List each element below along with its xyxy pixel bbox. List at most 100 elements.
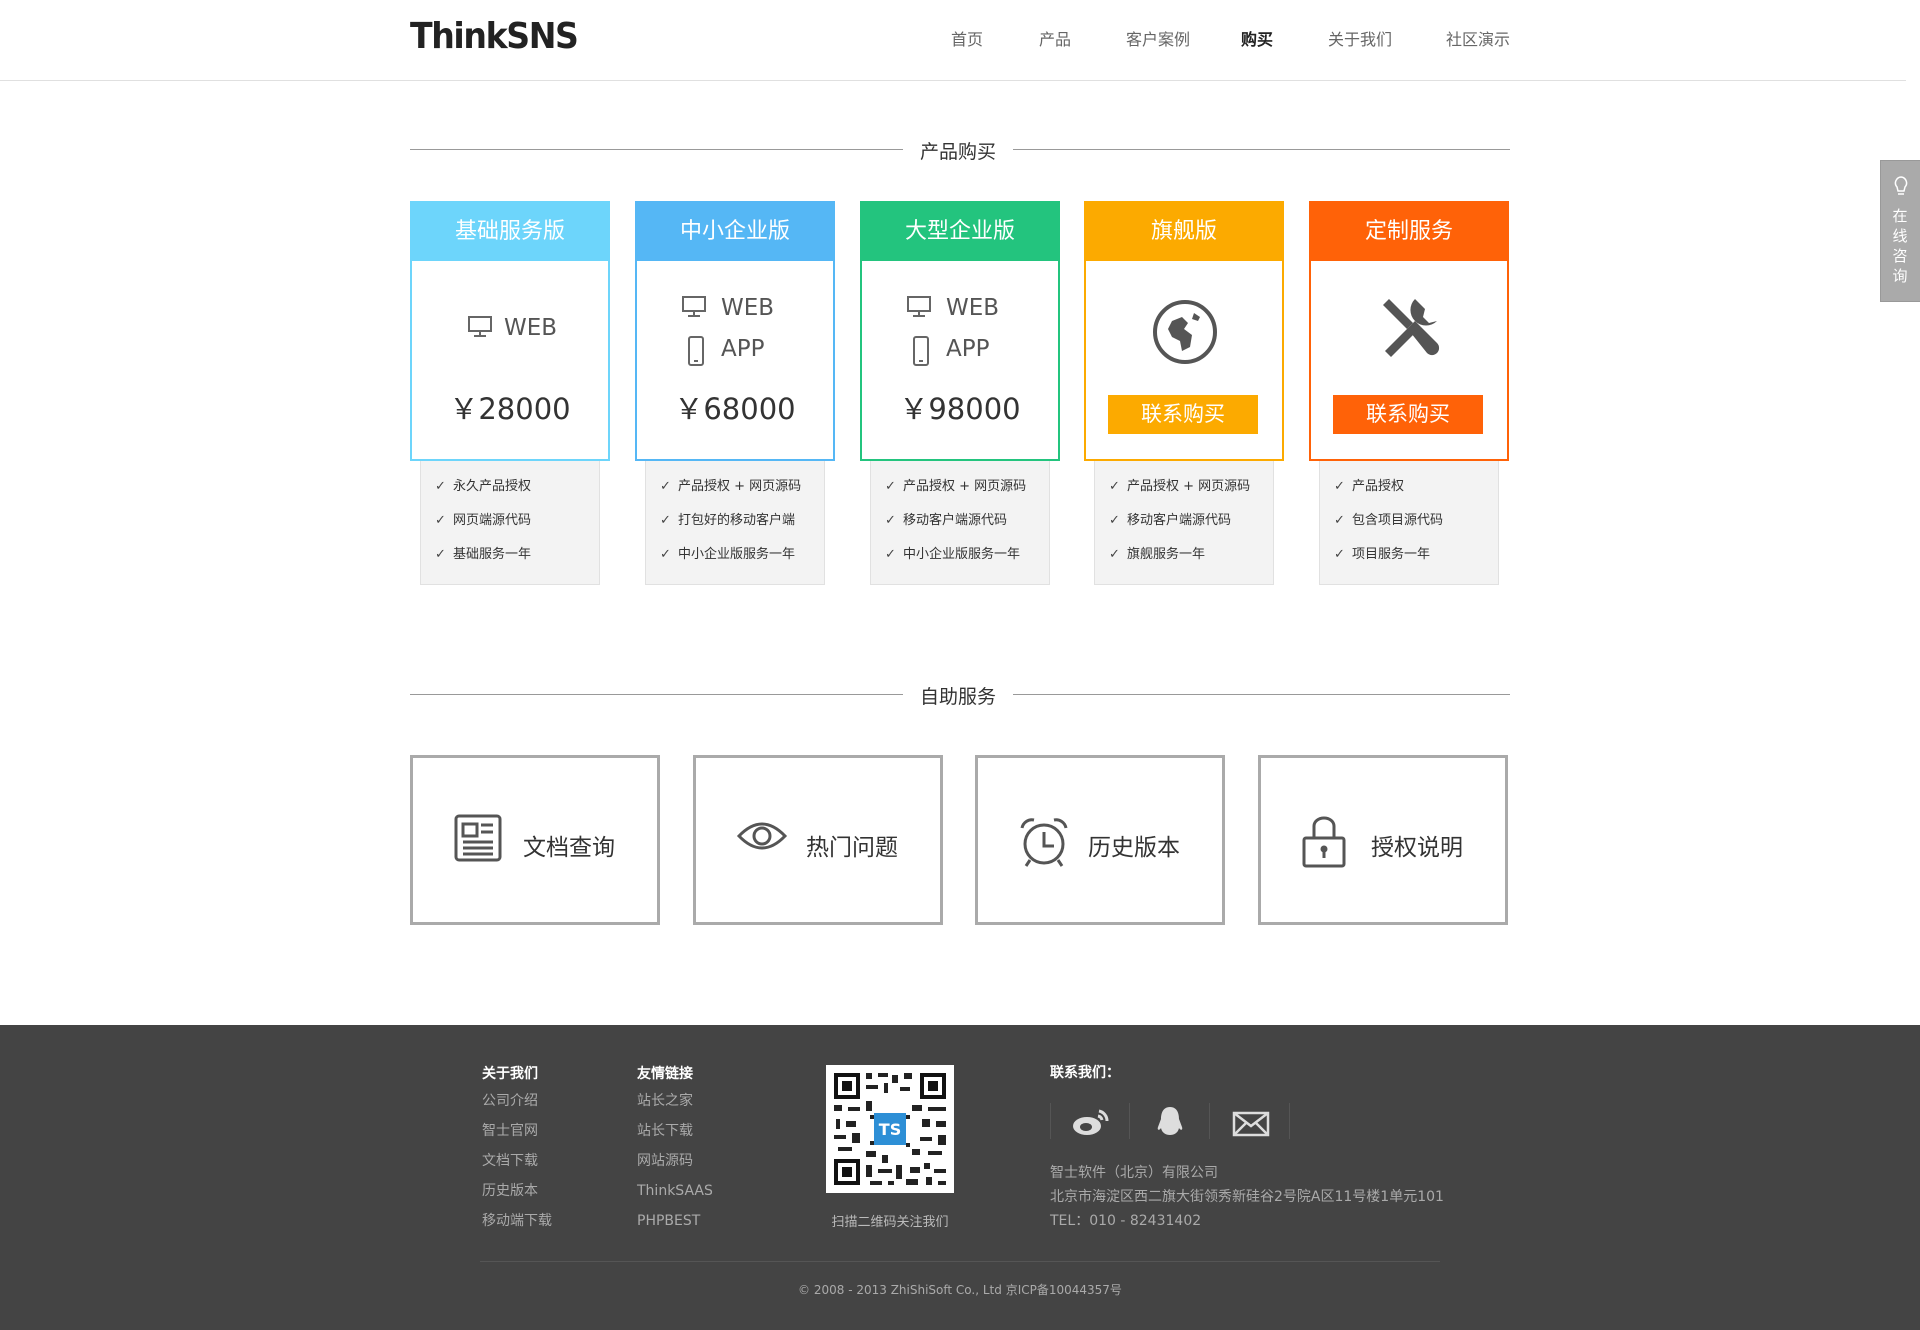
- plan-features-enterprise: ✓ 产品授权 + 网页源码 ✓ 移动客户端源代码 ✓ 中小企业版服务一年: [870, 461, 1050, 585]
- divider: [480, 1261, 1440, 1262]
- feature-item: ✓ 打包好的移动客户端: [660, 513, 796, 528]
- service-license[interactable]: 授权说明: [1258, 755, 1508, 925]
- nav-item-cases[interactable]: 客户案例: [1126, 26, 1190, 50]
- service-label: 授权说明: [1371, 835, 1463, 861]
- service-label: 文档查询: [523, 835, 615, 861]
- footer-link[interactable]: 移动端下载: [482, 1206, 552, 1236]
- footer-link[interactable]: 公司介绍: [482, 1086, 552, 1116]
- footer-link[interactable]: 智士官网: [482, 1116, 552, 1146]
- wrench-screwdriver-icon: [1383, 299, 1440, 357]
- platform-web: WEB: [862, 293, 1058, 327]
- page: ThinkSNS 首页 产品 客户案例 购买 关于我们 社区演示 产品购买 基础…: [0, 0, 1920, 1330]
- plan-card-custom: 定制服务 联系购买: [1309, 201, 1509, 461]
- qr-badge-text: TS: [879, 1120, 901, 1139]
- footer-link[interactable]: 网站源码: [637, 1146, 713, 1176]
- document-icon: [454, 814, 502, 862]
- monitor-icon: [907, 296, 931, 317]
- copyright: © 2008 - 2013 ZhiShiSoft Co., Ltd 京ICP备1…: [798, 1283, 1122, 1297]
- nav-item-home[interactable]: 首页: [951, 26, 983, 50]
- service-label: 历史版本: [1088, 835, 1180, 861]
- nav-item-products[interactable]: 产品: [1039, 26, 1071, 50]
- footer-link[interactable]: PHPBEST: [637, 1206, 713, 1236]
- feature-item: ✓ 中小企业版服务一年: [660, 547, 796, 562]
- nav-item-about[interactable]: 关于我们: [1328, 26, 1392, 50]
- company-address: 北京市海淀区西二旗大街领秀新硅谷2号院A区11号楼1单元101: [1050, 1189, 1444, 1205]
- service-history[interactable]: 历史版本: [975, 755, 1225, 925]
- nav-item-community-demo[interactable]: 社区演示: [1446, 26, 1510, 50]
- contact-buy-button[interactable]: 联系购买: [1333, 395, 1483, 434]
- monitor-icon: [682, 296, 706, 317]
- platform-app: APP: [637, 334, 833, 368]
- footer-link[interactable]: 历史版本: [482, 1176, 552, 1206]
- feature-item: ✓ 移动客户端源代码: [885, 513, 1008, 528]
- divider: [410, 149, 903, 150]
- company-name: 智士软件（北京）有限公司: [1050, 1165, 1218, 1181]
- mail-link[interactable]: [1210, 1103, 1290, 1139]
- plan-features-flagship: ✓ 产品授权 + 网页源码 ✓ 移动客户端源代码 ✓ 旗舰服务一年: [1094, 461, 1274, 585]
- feature-item: ✓ 项目服务一年: [1334, 547, 1431, 562]
- qr-code-image: TS: [834, 1073, 946, 1185]
- platform-app: APP: [862, 334, 1058, 368]
- divider: [1289, 1103, 1290, 1139]
- contact-heading: 联系我们：: [1050, 1065, 1120, 1081]
- consult-label: 在线咨询: [1892, 207, 1908, 285]
- feature-item: ✓ 产品授权: [1334, 479, 1405, 494]
- plan-title: 大型企业版: [862, 203, 1058, 261]
- feature-item: ✓ 产品授权 + 网页源码: [660, 479, 802, 494]
- eye-icon: [736, 822, 788, 850]
- phone-icon: [688, 336, 704, 366]
- platform-label: WEB: [504, 315, 558, 341]
- footer-link[interactable]: 文档下载: [482, 1146, 552, 1176]
- company-tel: TEL：010 - 82431402: [1050, 1213, 1202, 1229]
- plan-features-basic: ✓ 永久产品授权 ✓ 网页端源代码 ✓ 基础服务一年: [420, 461, 600, 585]
- feature-item: ✓ 产品授权 + 网页源码: [1109, 479, 1251, 494]
- monitor-icon: [468, 316, 492, 337]
- footer-link[interactable]: ThinkSAAS: [637, 1176, 713, 1206]
- plan-features-sme: ✓ 产品授权 + 网页源码 ✓ 打包好的移动客户端 ✓ 中小企业版服务一年: [645, 461, 825, 585]
- lightbulb-icon: [1894, 176, 1908, 195]
- purchase-section-head: 产品购买: [410, 134, 1510, 164]
- plan-title: 旗舰版: [1086, 203, 1282, 261]
- feature-item: ✓ 网页端源代码: [435, 513, 532, 528]
- plan-features-custom: ✓ 产品授权 ✓ 包含项目源代码 ✓ 项目服务一年: [1319, 461, 1499, 585]
- nav-item-buy[interactable]: 购买: [1241, 26, 1273, 50]
- footer-friends: 友情链接 站长之家 站长下载 网站源码 ThinkSAAS PHPBEST: [637, 1062, 713, 1236]
- plan-card-basic: 基础服务版 WEB ￥28000: [410, 201, 610, 461]
- qr-code: TS: [826, 1065, 954, 1193]
- self-service-section-head: 自助服务: [410, 679, 1510, 709]
- qr-caption: 扫描二维码关注我们: [831, 1215, 949, 1230]
- contact-buy-button[interactable]: 联系购买: [1108, 395, 1258, 434]
- feature-item: ✓ 基础服务一年: [435, 547, 532, 562]
- platform-web: WEB: [412, 313, 608, 347]
- feature-item: ✓ 永久产品授权: [435, 479, 532, 494]
- plan-price: ￥28000: [449, 392, 571, 426]
- footer-about: 关于我们 公司介绍 智士官网 文档下载 历史版本 移动端下载: [482, 1062, 552, 1236]
- plan-title: 基础服务版: [412, 203, 608, 261]
- divider: [1050, 1103, 1051, 1139]
- main-nav: 首页 产品 客户案例 购买 关于我们 社区演示: [0, 26, 1920, 50]
- service-faq[interactable]: 热门问题: [693, 755, 943, 925]
- service-docs[interactable]: 文档查询: [410, 755, 660, 925]
- online-consult-tab[interactable]: 在线咨询: [1880, 160, 1920, 302]
- footer: 关于我们 公司介绍 智士官网 文档下载 历史版本 移动端下载 友情链接 站长之家…: [0, 1025, 1920, 1330]
- service-label: 热门问题: [806, 835, 898, 861]
- weibo-icon: [1073, 1109, 1109, 1135]
- qq-icon: [1157, 1107, 1183, 1135]
- section-title: 产品购买: [919, 141, 996, 163]
- divider: [1013, 694, 1510, 695]
- divider: [1013, 149, 1510, 150]
- divider: [410, 694, 903, 695]
- feature-item: ✓ 中小企业版服务一年: [885, 547, 1021, 562]
- footer-link[interactable]: 站长下载: [637, 1116, 713, 1146]
- feature-item: ✓ 包含项目源代码: [1334, 513, 1444, 528]
- plan-price: ￥68000: [674, 392, 796, 426]
- plan-card-enterprise: 大型企业版 WEB APP ￥98000: [860, 201, 1060, 461]
- feature-item: ✓ 移动客户端源代码: [1109, 513, 1232, 528]
- footer-link[interactable]: 站长之家: [637, 1086, 713, 1116]
- plan-card-flagship: 旗舰版 联系购买: [1084, 201, 1284, 461]
- platform-label: WEB: [946, 295, 1000, 321]
- footer-heading: 关于我们: [482, 1066, 538, 1082]
- weibo-link[interactable]: [1050, 1103, 1130, 1139]
- qq-link[interactable]: [1130, 1103, 1210, 1139]
- header: ThinkSNS 首页 产品 客户案例 购买 关于我们 社区演示: [0, 0, 1906, 81]
